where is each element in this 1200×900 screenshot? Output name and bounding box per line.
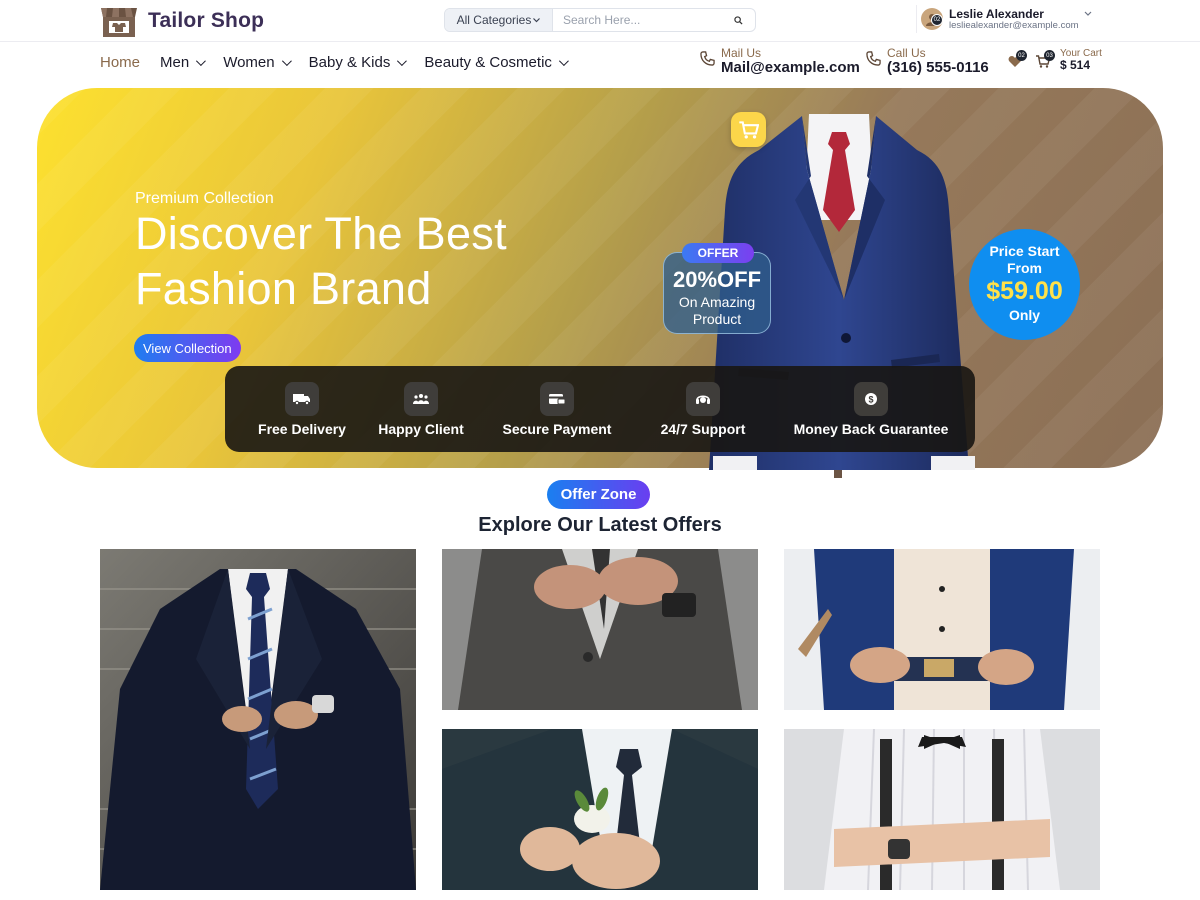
cart-total: $ 514 (1060, 58, 1091, 72)
price-label-line2: From (1007, 260, 1042, 276)
category-select[interactable]: All Categories (445, 9, 553, 31)
search-input[interactable] (553, 9, 721, 31)
feature-secure-payment: Secure Payment (497, 366, 617, 452)
feature-label: Free Delivery (258, 421, 346, 437)
cart-chip[interactable] (731, 112, 766, 147)
offer-image-navy-suit[interactable] (100, 549, 416, 890)
nav-item-women[interactable]: Women (223, 53, 292, 71)
offer-image-suspenders[interactable] (784, 729, 1100, 890)
search-icon (733, 15, 743, 25)
chevron-down-icon (397, 55, 408, 66)
feature-label: Secure Payment (502, 421, 612, 437)
coin-icon: $ (854, 382, 888, 416)
mail-icon (700, 51, 715, 66)
price-label-line3: Only (1008, 307, 1041, 323)
nav-item-men[interactable]: Men (160, 53, 207, 71)
user-email: lesliealexander@example.com (949, 19, 1079, 31)
shop-icon (101, 8, 137, 37)
price-label-line1: Price Start (989, 243, 1060, 259)
feature-label: Money Back Guarantee (793, 421, 949, 437)
offer-image-boutonniere[interactable] (442, 729, 758, 890)
header-actions: 02 03 Your Cart $ 514 (1008, 48, 1102, 72)
cart-button[interactable]: 03 (1036, 50, 1055, 69)
feature-free-delivery: Free Delivery (252, 366, 352, 452)
wishlist-button[interactable]: 02 (1008, 50, 1027, 69)
hero-banner: Premium Collection Discover The Best Fas… (37, 88, 1163, 478)
feature-happy-client: Happy Client (371, 366, 471, 452)
view-collection-button[interactable]: View Collection (134, 334, 241, 362)
brand-name: Tailor Shop (148, 9, 265, 32)
offer-zone-badge: Offer Zone (547, 480, 650, 509)
feature-money-back: $ Money Back Guarantee (791, 366, 951, 452)
feature-label: 24/7 Support (660, 421, 746, 437)
call-contact[interactable]: Call Us (316) 555-0116 (866, 47, 989, 76)
avatar: 02 (921, 8, 943, 30)
hero-title: Discover The Best Fashion Brand (135, 206, 507, 316)
chevron-down-icon (281, 55, 292, 66)
wishlist-badge: 02 (1016, 50, 1027, 61)
nav-item-baby-kids[interactable]: Baby & Kids (308, 53, 408, 71)
feature-support: 24/7 Support (648, 366, 758, 452)
category-label: All Categories (456, 13, 532, 27)
chevron-down-icon (1084, 11, 1092, 16)
cart-badge: 03 (1044, 50, 1055, 61)
offer-desc-line2: Product (692, 311, 742, 327)
card-icon (540, 382, 574, 416)
phone-icon (866, 51, 881, 66)
feature-label: Happy Client (378, 421, 464, 437)
price-value: $59.00 (986, 277, 1063, 305)
nav-label: Beauty & Cosmetic (424, 53, 552, 71)
cart-icon (738, 120, 759, 139)
user-menu[interactable]: 02 Leslie Alexander lesliealexander@exam… (916, 5, 1100, 33)
search-bar: All Categories (444, 8, 756, 32)
features-bar: Free Delivery Happy Client Secure Paymen… (225, 366, 975, 452)
offer-percent: 20%OFF (672, 267, 762, 292)
chevron-down-icon (558, 55, 569, 66)
price-badge: Price Start From $59.00 Only (969, 229, 1080, 340)
nav-item-beauty-cosmetic[interactable]: Beauty & Cosmetic (424, 53, 569, 71)
users-icon (404, 382, 438, 416)
nav-label: Men (160, 53, 190, 71)
brand-logo[interactable]: Tailor Shop (100, 4, 264, 38)
headset-icon (686, 382, 720, 416)
offer-desc-line1: On Amazing (678, 294, 756, 310)
offer-image-blue-jacket[interactable] (784, 549, 1100, 710)
chevron-down-icon (533, 17, 541, 22)
truck-icon (285, 382, 319, 416)
notification-badge: 02 (931, 14, 943, 26)
nav-label: Baby & Kids (308, 53, 391, 71)
chevron-down-icon (196, 55, 207, 66)
nav-label: Women (223, 53, 275, 71)
svg-text:$: $ (868, 395, 873, 405)
top-bar: Tailor Shop All Categories 02 Leslie Ale… (0, 0, 1200, 42)
nav-item-home[interactable]: Home (100, 54, 140, 71)
call-value: (316) 555-0116 (887, 59, 989, 76)
main-nav: Home Men Women Baby & Kids Beauty & Cosm… (100, 48, 586, 76)
offer-card: OFFER 20%OFF On Amazing Product (663, 243, 771, 334)
nav-label: Home (100, 53, 141, 71)
offer-image-grey-vest[interactable] (442, 549, 758, 710)
mail-contact[interactable]: Mail Us Mail@example.com (700, 47, 860, 76)
search-button[interactable] (721, 9, 755, 31)
offer-tag: OFFER (682, 243, 754, 263)
hero-title-line1: Discover The Best (135, 208, 507, 259)
hero-title-line2: Fashion Brand (135, 263, 432, 314)
section-title: Explore Our Latest Offers (478, 514, 722, 536)
user-name: Leslie Alexander (949, 6, 1044, 21)
mail-value: Mail@example.com (721, 59, 860, 76)
